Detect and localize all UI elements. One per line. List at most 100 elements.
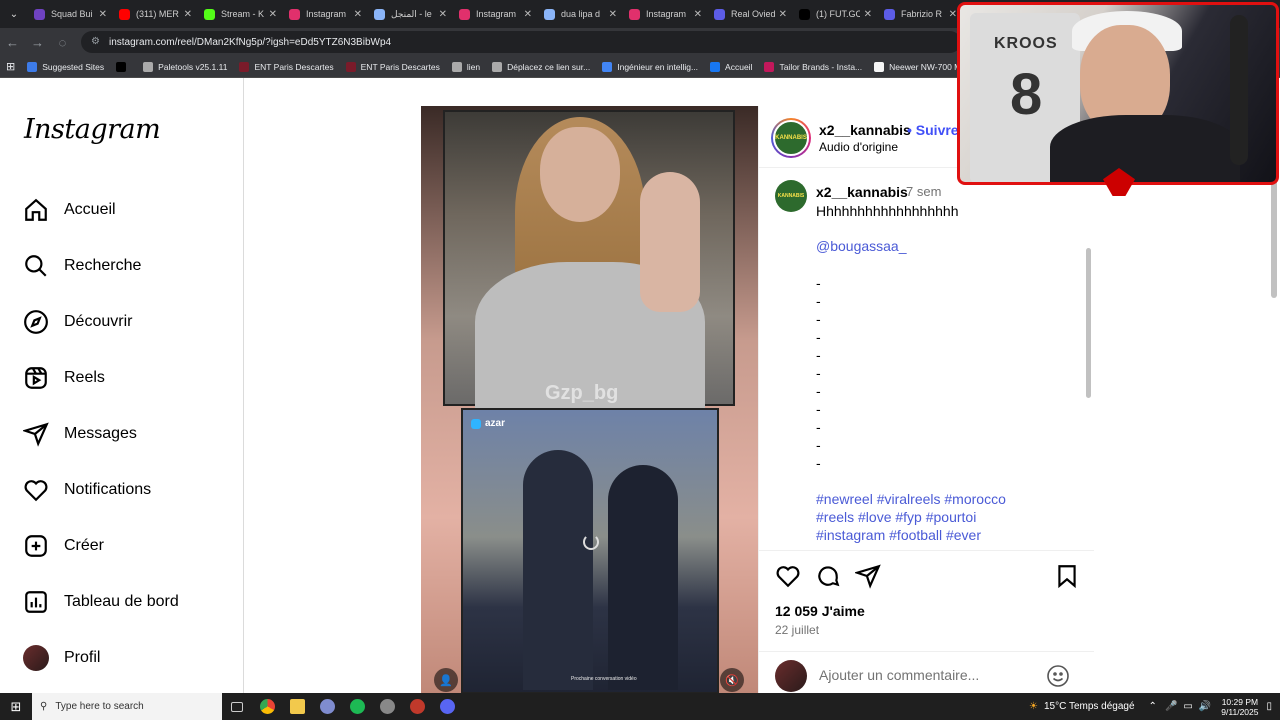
browser-tab[interactable]: Squad Bui ✕	[28, 2, 113, 26]
tab-search-button[interactable]: ⌄	[0, 0, 28, 28]
comment-icon[interactable]	[815, 563, 841, 589]
back-icon[interactable]: ←	[0, 30, 25, 55]
volume-icon[interactable]: 🔊	[1199, 701, 1211, 712]
network-icon[interactable]: ▭	[1183, 701, 1192, 712]
browser-tab[interactable]: (1) FUT.GC ✕	[793, 2, 878, 26]
bookmark-item[interactable]: Tailor Brands - Insta...	[764, 61, 862, 72]
tab-close-icon[interactable]: ✕	[439, 9, 447, 20]
streamer-webcam: KROOS 8	[957, 2, 1279, 185]
notifications-icon[interactable]: ▯	[1266, 701, 1272, 712]
share-icon[interactable]	[855, 563, 881, 589]
emoji-icon[interactable]	[1046, 664, 1070, 688]
caption-scrollbar[interactable]	[1086, 248, 1091, 398]
address-bar[interactable]: ⚙ instagram.com/reel/DMan2KfNg5p/?igsh=e…	[81, 31, 961, 53]
nav-notifications[interactable]: Notifications	[22, 475, 151, 505]
nav-messages[interactable]: Messages	[22, 419, 137, 449]
post-author-username[interactable]: x2__kannabis	[819, 122, 911, 138]
video-watermark: Gzp_bg	[545, 382, 619, 404]
like-icon[interactable]	[775, 563, 801, 589]
weather-icon[interactable]: ☀	[1029, 701, 1038, 712]
tab-title: Squad Bui	[51, 9, 93, 19]
caption-text: Hhhhhhhhhhhhhhhhhh	[816, 203, 959, 219]
discord-icon[interactable]	[432, 693, 462, 720]
post-author-avatar[interactable]: KANNABIS	[771, 118, 811, 158]
tab-title: Fabrizio R	[901, 9, 943, 19]
bookmark-favicon-icon	[874, 61, 885, 72]
browser-tab[interactable]: dua lipa d ✕	[538, 2, 623, 26]
mute-icon[interactable]: 🔇	[720, 668, 744, 692]
nav-home[interactable]: Accueil	[22, 195, 116, 225]
browser-tab[interactable]: Instagram ✕	[283, 2, 368, 26]
caption-hashtags[interactable]: #newreel #viralreels #morocco #reels #lo…	[816, 490, 1036, 544]
nav-search[interactable]: Recherche	[22, 251, 141, 281]
tab-close-icon[interactable]: ✕	[354, 9, 362, 20]
bookmark-item[interactable]: Suggested Sites	[27, 61, 104, 72]
browser-tab[interactable]: Stream - K ✕	[198, 2, 283, 26]
home-icon	[22, 196, 50, 224]
tab-close-icon[interactable]: ✕	[524, 9, 532, 20]
bookmark-item[interactable]: Neewer NW-700 Mi...	[874, 61, 970, 72]
comment-input[interactable]: Ajouter un commentaire...	[819, 667, 979, 683]
bookmark-item[interactable]	[116, 61, 131, 72]
nav-profile[interactable]: Profil	[22, 643, 100, 673]
mic-icon[interactable]: 🎤	[1165, 701, 1177, 712]
tab-close-icon[interactable]: ✕	[694, 9, 702, 20]
bookmark-item[interactable]: ENT Paris Descartes	[239, 61, 334, 72]
task-view-icon[interactable]	[222, 693, 252, 720]
nav-create[interactable]: Créer	[22, 531, 104, 561]
tab-favicon-icon	[374, 8, 385, 20]
site-info-icon[interactable]: ⚙	[91, 36, 103, 48]
caption-avatar[interactable]: KANNABIS	[775, 180, 807, 212]
file-explorer-icon[interactable]	[282, 693, 312, 720]
follow-button[interactable]: • Suivre	[907, 122, 959, 138]
browser-tab[interactable]: المنجل - le ✕	[368, 2, 453, 26]
tab-title: (311) MER	[136, 9, 179, 19]
bookmark-favicon-icon	[27, 61, 38, 72]
audio-label[interactable]: Audio d'origine	[819, 140, 898, 154]
user-tag-icon[interactable]: 👤	[434, 668, 458, 692]
settings-icon[interactable]	[372, 693, 402, 720]
instagram-logo[interactable]: Instagram	[24, 114, 161, 145]
bookmark-item[interactable]: lien	[451, 61, 480, 72]
browser-tab[interactable]: (311) MER ✕	[113, 2, 198, 26]
tab-close-icon[interactable]: ✕	[269, 9, 277, 20]
browser-tab[interactable]: Real Ovied ✕	[708, 2, 793, 26]
browser-tab[interactable]: Instagram ✕	[453, 2, 538, 26]
clock-date: 9/11/2025	[1221, 706, 1259, 717]
nav-explore[interactable]: Découvrir	[22, 307, 132, 337]
bookmark-item[interactable]: Déplacez ce lien sur...	[492, 61, 590, 72]
forward-icon[interactable]: →	[25, 30, 50, 55]
browser-tab[interactable]: Instagram ✕	[623, 2, 708, 26]
clock[interactable]: 10:29 PM 9/11/2025	[1221, 697, 1258, 717]
chrome-icon[interactable]	[252, 693, 282, 720]
tab-favicon-icon	[289, 8, 300, 20]
reel-video[interactable]: Gzp_bg azar Prochaine conversation vidéo…	[421, 106, 759, 694]
tab-close-icon[interactable]: ✕	[779, 9, 787, 20]
bookmark-item[interactable]: ENT Paris Descartes	[345, 61, 440, 72]
apps-icon[interactable]: ⊞	[6, 60, 15, 73]
bookmark-item[interactable]: Paletools v25.1.11	[143, 61, 227, 72]
nav-reels[interactable]: Reels	[22, 363, 105, 393]
tab-close-icon[interactable]: ✕	[949, 9, 957, 20]
weather-text[interactable]: 15°C Temps dégagé	[1044, 701, 1135, 712]
browser-tab[interactable]: Fabrizio R ✕	[878, 2, 963, 26]
streaming-app-icon[interactable]	[402, 693, 432, 720]
tab-close-icon[interactable]: ✕	[184, 9, 192, 20]
save-icon[interactable]	[1054, 563, 1080, 589]
tray-chevron-icon[interactable]: ⌃	[1149, 701, 1157, 712]
loading-icon[interactable]: ◌	[50, 30, 75, 55]
tab-close-icon[interactable]: ✕	[864, 9, 872, 20]
nav-dashboard[interactable]: Tableau de bord	[22, 587, 179, 617]
spotify-icon[interactable]	[342, 693, 372, 720]
url-text: instagram.com/reel/DMan2KfNg5p/?igsh=eDd…	[109, 36, 392, 48]
tab-close-icon[interactable]: ✕	[609, 9, 617, 20]
windows-start-icon[interactable]: ⊞	[0, 693, 32, 720]
bookmark-item[interactable]: Ingénieur en intellig...	[602, 61, 698, 72]
caption-mention[interactable]: @bougassaa_	[816, 238, 907, 254]
bookmark-item[interactable]: Accueil	[710, 61, 752, 72]
caption-username[interactable]: x2__kannabis	[816, 184, 908, 200]
app-icon[interactable]	[312, 693, 342, 720]
taskbar-search[interactable]: ⚲ Type here to search	[32, 693, 222, 720]
tab-close-icon[interactable]: ✕	[99, 9, 107, 20]
likes-count[interactable]: 12 059 J'aime	[775, 603, 865, 619]
